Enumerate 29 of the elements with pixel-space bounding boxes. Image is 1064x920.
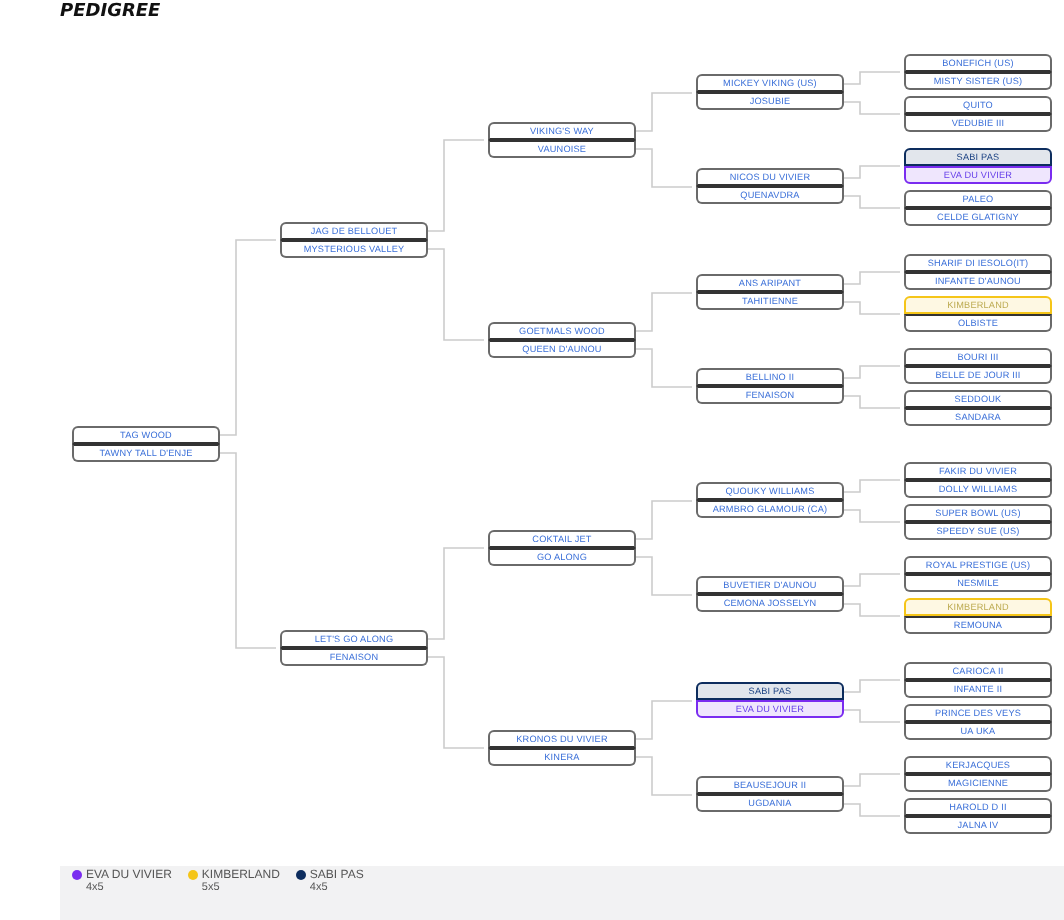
connector-line	[844, 164, 901, 178]
connector-line	[844, 394, 901, 408]
connector-line	[428, 655, 485, 748]
connector-line	[844, 678, 901, 692]
connector-line	[844, 70, 901, 84]
connector-line	[844, 270, 901, 284]
connector-line	[636, 699, 693, 739]
connector-line	[428, 546, 485, 639]
connector-line	[844, 708, 901, 722]
connector-line	[844, 364, 901, 378]
page-title: PEDIGREE	[58, 0, 163, 26]
connector-line	[844, 478, 901, 492]
connector-line	[844, 100, 901, 114]
connector-line	[636, 755, 693, 795]
connector-line	[636, 555, 693, 595]
connector-line	[844, 772, 901, 786]
connector-line	[636, 147, 693, 187]
connector-line	[636, 91, 693, 131]
connector-line	[844, 194, 901, 208]
connector-line	[636, 347, 693, 387]
connector-line	[428, 247, 485, 340]
connector-line	[844, 508, 901, 522]
connector-line	[636, 499, 693, 539]
connector-line	[844, 300, 901, 314]
connector-line	[428, 138, 485, 231]
connector-line	[844, 602, 901, 616]
connector-line	[636, 291, 693, 331]
connector-line	[844, 802, 901, 816]
connector-line	[844, 572, 901, 586]
